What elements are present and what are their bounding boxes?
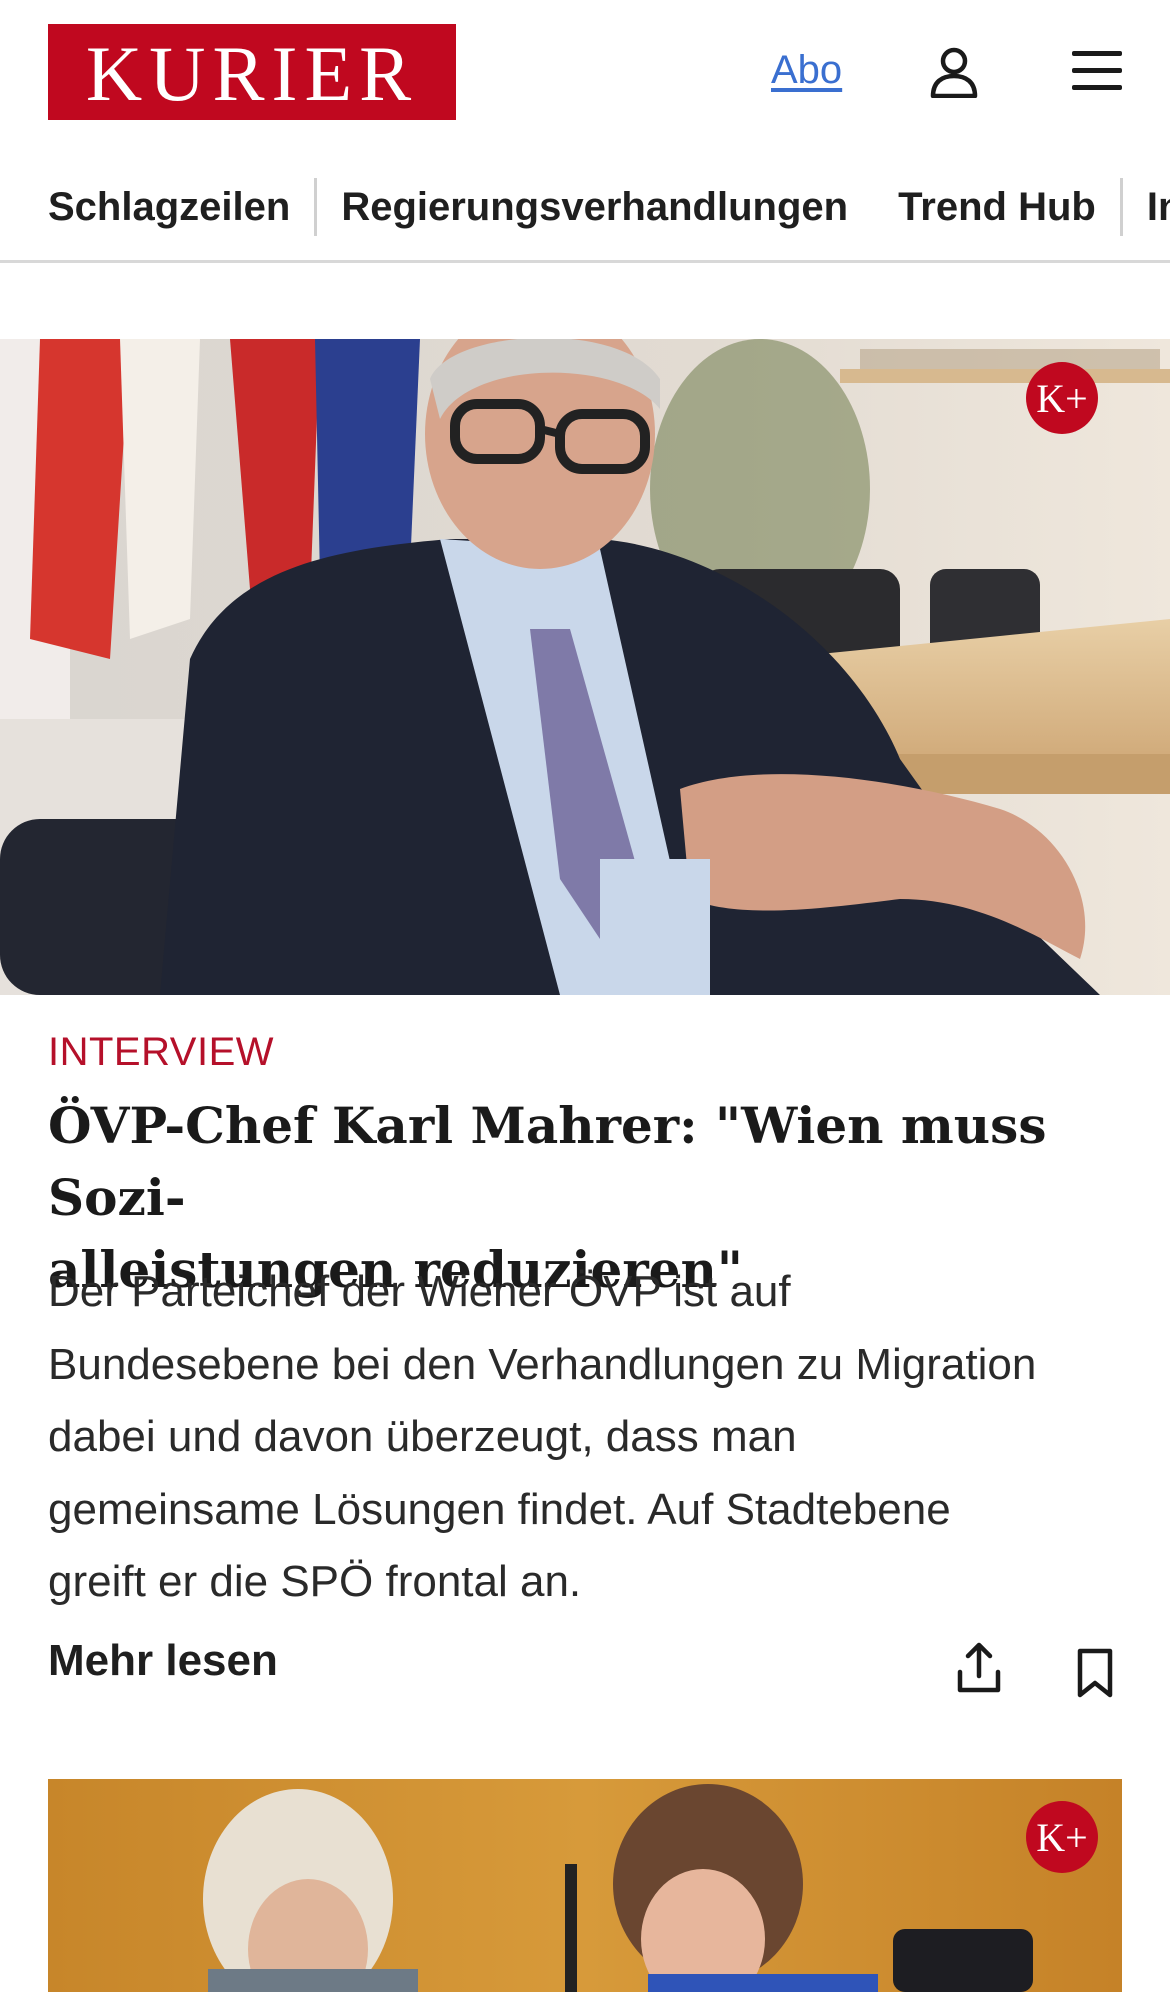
teaser-line: greift er die SPÖ frontal an. (48, 1557, 582, 1606)
share-icon[interactable] (956, 1642, 1002, 1694)
read-more-link[interactable]: Mehr lesen (48, 1636, 278, 1686)
headline-line: ÖVP-Chef Karl Mahrer: "Wien muss Sozi- (48, 1096, 1047, 1227)
nav-item-schlagzeilen[interactable]: Schlagzeilen (48, 177, 290, 237)
abo-link[interactable]: Abo (771, 48, 842, 93)
nav-divider (314, 178, 318, 236)
section-nav: Schlagzeilen Regierungsverhandlungen Tre… (0, 165, 1170, 263)
nav-item-trend-hub[interactable]: Trend Hub (898, 177, 1096, 237)
next-article-image[interactable]: K+ (48, 1779, 1122, 1992)
parliament-photo (48, 1779, 1122, 1992)
teaser-line: Bundesebene bei den Verhandlungen zu Mig… (48, 1339, 1037, 1389)
interview-photo (0, 339, 1170, 995)
article-teaser: Der Parteichef der Wiener ÖVP ist auf Bu… (48, 1256, 1138, 1619)
teaser-line: Der Parteichef der Wiener ÖVP ist auf (48, 1267, 791, 1316)
nav-divider (1119, 178, 1123, 236)
menu-icon[interactable] (1070, 48, 1124, 94)
kplus-badge: K+ (1026, 1801, 1098, 1873)
article-kicker: INTERVIEW (48, 1030, 275, 1074)
teaser-line: dabei und davon überzeugt, dass man (48, 1412, 797, 1461)
site-header: KURIER Abo (0, 0, 1170, 150)
bookmark-icon[interactable] (1076, 1648, 1114, 1698)
nav-item-truncated[interactable]: In (1147, 177, 1170, 237)
teaser-line: gemeinsame Lösungen findet. Auf Stadtebe… (48, 1484, 951, 1534)
logo-text: KURIER (85, 30, 419, 117)
kplus-badge-text: K+ (1036, 375, 1088, 421)
user-icon[interactable] (928, 46, 980, 98)
kplus-badge: K+ (1026, 362, 1098, 434)
kurier-logo[interactable]: KURIER (48, 24, 456, 120)
kplus-badge-text: K+ (1036, 1814, 1088, 1860)
nav-item-regierungsverhandlungen[interactable]: Regierungsverhandlungen (341, 177, 848, 237)
article-image[interactable]: K+ (0, 339, 1170, 995)
